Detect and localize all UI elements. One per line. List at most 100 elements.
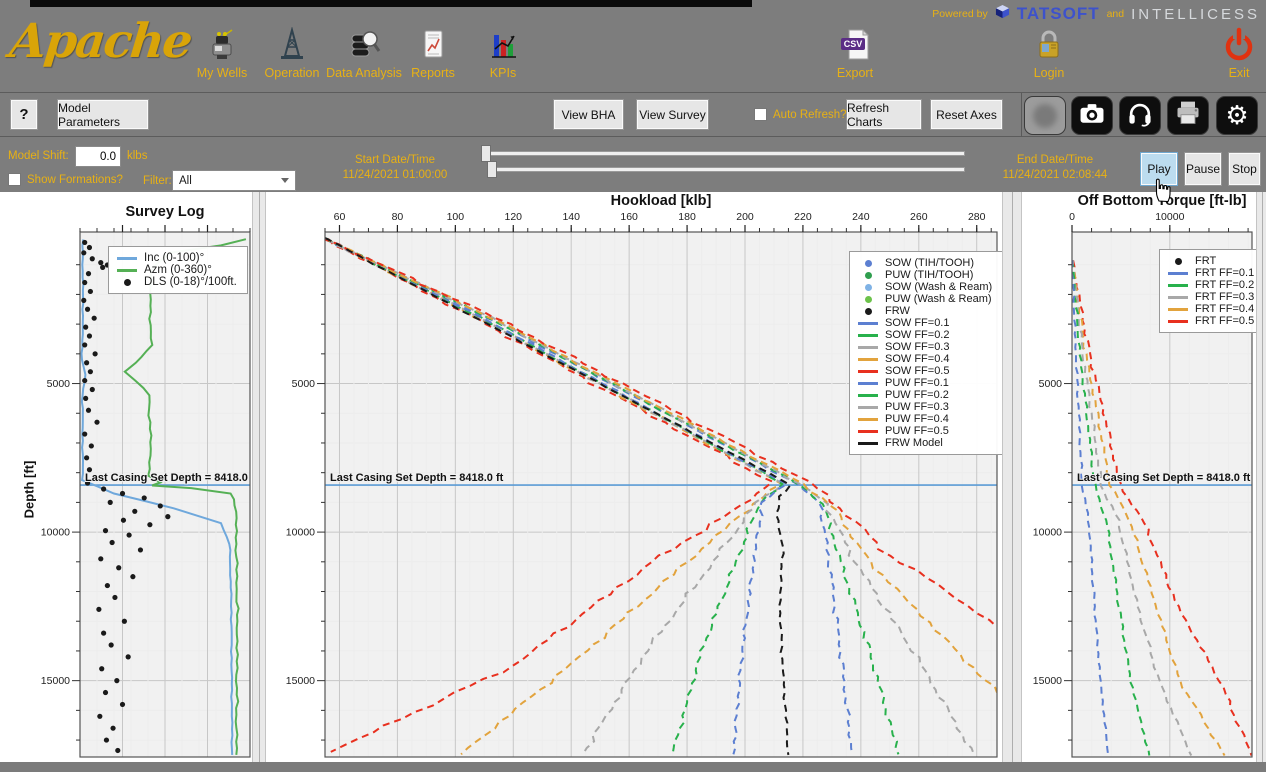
legend-item: PUW FF=0.2 (858, 389, 992, 401)
help-button[interactable]: ? (10, 99, 38, 130)
legend-item: FRT FF=0.5 (1168, 315, 1254, 327)
legend-item: Inc (0-100)° (117, 252, 237, 264)
legend-item: SOW FF=0.3 (858, 341, 992, 353)
legend-item: FRW (858, 305, 992, 317)
svg-text:0: 0 (1069, 211, 1075, 223)
headset-icon (1125, 98, 1155, 133)
legend-item: SOW (Wash & Ream) (858, 281, 992, 293)
svg-text:5000: 5000 (1039, 378, 1063, 390)
bottom-strip (0, 762, 1266, 772)
intellicess-logo-text: INTELLICESS (1131, 6, 1260, 23)
svg-text:10000: 10000 (1033, 527, 1062, 539)
controls-row: Model Shift: klbs Show Formations? Filte… (0, 137, 1266, 192)
svg-text:10000: 10000 (1155, 211, 1184, 223)
tatsoft-logo-text: TATSOFT (1017, 4, 1100, 24)
end-time-slider[interactable] (489, 167, 965, 172)
end-datetime-value: 11/24/2021 02:08:44 (980, 169, 1130, 181)
survey-legend: Inc (0-100)°Azm (0-360)°DLS (0-18)°/100f… (108, 246, 248, 294)
view-survey-button[interactable]: View Survey (636, 99, 709, 130)
svg-text:60: 60 (334, 211, 346, 223)
camera-icon (1077, 99, 1107, 132)
nav-login[interactable]: Login (1007, 26, 1091, 80)
support-button[interactable] (1119, 96, 1161, 135)
svg-text:280: 280 (968, 211, 986, 223)
start-time-slider-handle[interactable] (481, 145, 491, 162)
legend-item: PUW FF=0.1 (858, 377, 992, 389)
auto-refresh-checkbox[interactable] (754, 108, 767, 121)
svg-text:10000: 10000 (41, 527, 70, 539)
svg-text:120: 120 (505, 211, 523, 223)
filter-value: All (179, 175, 192, 187)
end-time-slider-handle[interactable] (487, 161, 497, 178)
blurred-logo-button[interactable] (1024, 96, 1066, 135)
blurred-circle-icon (1033, 104, 1057, 128)
legend-item: SOW FF=0.4 (858, 353, 992, 365)
svg-text:15000: 15000 (286, 675, 315, 687)
toolbar: ? Model Parameters View BHA View Survey … (0, 92, 1266, 137)
nav-exit[interactable]: Exit (1197, 26, 1266, 80)
nav-export-label: Export (813, 66, 897, 80)
refresh-charts-button[interactable]: Refresh Charts (846, 99, 922, 130)
splitter-survey-hookload[interactable] (252, 192, 266, 762)
apache-logo: Apache (7, 14, 193, 69)
legend-item: FRT FF=0.2 (1168, 279, 1254, 291)
start-time-slider[interactable] (483, 151, 965, 156)
svg-text:240: 240 (852, 211, 870, 223)
legend-item: PUW FF=0.3 (858, 401, 992, 413)
application-window: Apache My Wells Operation (0, 0, 1266, 772)
screenshot-button[interactable] (1071, 96, 1113, 135)
view-bha-button[interactable]: View BHA (553, 99, 624, 130)
nav-export[interactable]: CSV Export (813, 26, 897, 80)
filter-select[interactable]: All (172, 170, 296, 191)
reset-axes-button[interactable]: Reset Axes (930, 99, 1003, 130)
show-formations-label: Show Formations? (27, 174, 123, 186)
svg-text:Last Casing Set Depth = 8418.0: Last Casing Set Depth = 8418.0 (85, 472, 248, 484)
legend-item: SOW FF=0.1 (858, 317, 992, 329)
splitter-hookload-torque[interactable] (1002, 192, 1022, 762)
stop-button[interactable]: Stop (1228, 152, 1261, 186)
svg-text:100: 100 (447, 211, 465, 223)
model-shift-label: Model Shift: (8, 150, 69, 162)
model-shift-unit: klbs (127, 150, 147, 162)
nav-kpis[interactable]: KPIs (461, 26, 545, 80)
toolbar-separator (1021, 93, 1022, 137)
play-button[interactable]: Play (1140, 152, 1178, 186)
powered-by-bar: Powered by TATSOFT and INTELLICESS (932, 4, 1260, 24)
top-black-strip (30, 0, 752, 7)
dropdown-caret-icon (281, 178, 289, 183)
auto-refresh-label: Auto Refresh? (773, 109, 847, 121)
and-text: and (1107, 8, 1125, 20)
gear-icon: ⚙ (1225, 103, 1248, 129)
svg-text:Last Casing Set Depth = 8418.0: Last Casing Set Depth = 8418.0 ft (330, 472, 504, 484)
svg-text:260: 260 (910, 211, 928, 223)
hookload-legend: SOW (TIH/TOOH)PUW (TIH/TOOH)SOW (Wash & … (849, 251, 1003, 455)
pause-button[interactable]: Pause (1184, 152, 1222, 186)
filter-label: Filter: (143, 175, 172, 187)
model-shift-input[interactable] (75, 146, 121, 167)
svg-text:80: 80 (392, 211, 404, 223)
legend-item: FRT FF=0.1 (1168, 267, 1254, 279)
tatsoft-cube-icon (995, 4, 1010, 24)
legend-item: DLS (0-18)°/100ft. (117, 276, 237, 288)
svg-text:Last Casing Set Depth = 8418.0: Last Casing Set Depth = 8418.0 ft (1077, 472, 1251, 484)
show-formations-checkbox[interactable] (8, 173, 21, 186)
svg-text:140: 140 (562, 211, 580, 223)
charts-panel: Survey Log Hookload [klb] Off Bottom Tor… (0, 192, 1266, 762)
model-parameters-button[interactable]: Model Parameters (57, 99, 149, 130)
print-button[interactable] (1167, 96, 1209, 135)
svg-text:5000: 5000 (47, 378, 71, 390)
svg-text:200: 200 (736, 211, 754, 223)
padlock-icon (1007, 26, 1091, 64)
svg-text:160: 160 (620, 211, 638, 223)
start-datetime-value: 11/24/2021 01:00:00 (320, 169, 470, 181)
legend-item: FRT FF=0.3 (1168, 291, 1254, 303)
torque-legend: FRTFRT FF=0.1FRT FF=0.2FRT FF=0.3FRT FF=… (1159, 249, 1265, 333)
nav-exit-label: Exit (1197, 66, 1266, 80)
svg-text:15000: 15000 (1033, 675, 1062, 687)
end-datetime-label: End Date/Time (990, 154, 1120, 166)
settings-button[interactable]: ⚙ (1216, 96, 1258, 135)
legend-item: FRT FF=0.4 (1168, 303, 1254, 315)
bar-chart-icon (461, 26, 545, 64)
legend-item: SOW (TIH/TOOH) (858, 257, 992, 269)
legend-item: SOW FF=0.5 (858, 365, 992, 377)
